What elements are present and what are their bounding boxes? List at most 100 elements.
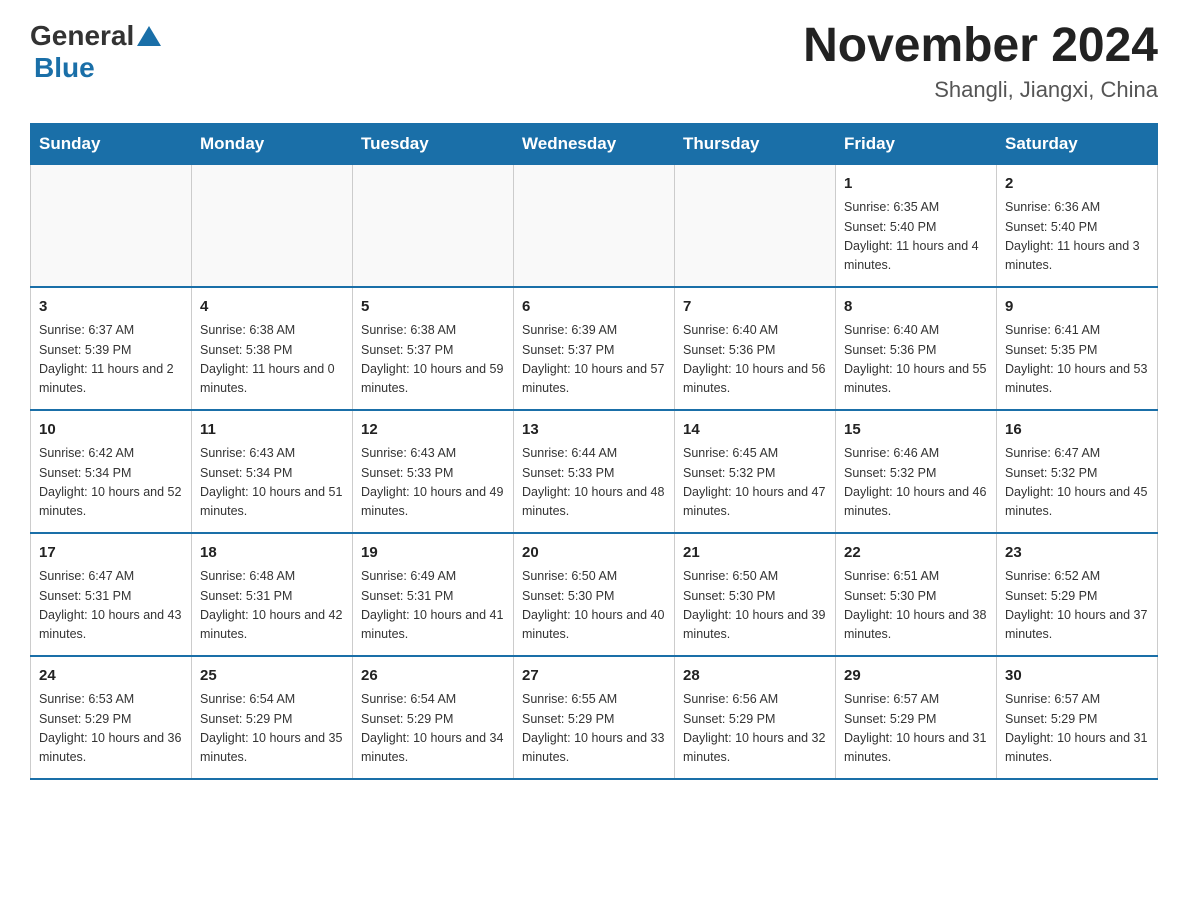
day-number: 14 [683, 419, 827, 442]
day-number: 21 [683, 542, 827, 565]
day-info: Sunrise: 6:36 AMSunset: 5:40 PMDaylight:… [1005, 198, 1149, 276]
calendar-week-row: 17Sunrise: 6:47 AMSunset: 5:31 PMDayligh… [31, 533, 1158, 656]
day-info: Sunrise: 6:55 AMSunset: 5:29 PMDaylight:… [522, 690, 666, 768]
calendar-cell: 8Sunrise: 6:40 AMSunset: 5:36 PMDaylight… [836, 287, 997, 410]
weekday-header-row: SundayMondayTuesdayWednesdayThursdayFrid… [31, 123, 1158, 164]
day-info: Sunrise: 6:43 AMSunset: 5:34 PMDaylight:… [200, 444, 344, 522]
day-number: 25 [200, 665, 344, 688]
calendar-cell: 12Sunrise: 6:43 AMSunset: 5:33 PMDayligh… [353, 410, 514, 533]
day-number: 3 [39, 296, 183, 319]
day-info: Sunrise: 6:42 AMSunset: 5:34 PMDaylight:… [39, 444, 183, 522]
calendar-cell: 3Sunrise: 6:37 AMSunset: 5:39 PMDaylight… [31, 287, 192, 410]
day-number: 19 [361, 542, 505, 565]
day-info: Sunrise: 6:52 AMSunset: 5:29 PMDaylight:… [1005, 567, 1149, 645]
calendar-cell: 21Sunrise: 6:50 AMSunset: 5:30 PMDayligh… [675, 533, 836, 656]
day-info: Sunrise: 6:53 AMSunset: 5:29 PMDaylight:… [39, 690, 183, 768]
weekday-header-tuesday: Tuesday [353, 123, 514, 164]
day-number: 15 [844, 419, 988, 442]
calendar-cell: 7Sunrise: 6:40 AMSunset: 5:36 PMDaylight… [675, 287, 836, 410]
calendar-cell [192, 164, 353, 287]
day-info: Sunrise: 6:51 AMSunset: 5:30 PMDaylight:… [844, 567, 988, 645]
weekday-header-saturday: Saturday [997, 123, 1158, 164]
day-info: Sunrise: 6:54 AMSunset: 5:29 PMDaylight:… [200, 690, 344, 768]
day-number: 13 [522, 419, 666, 442]
day-info: Sunrise: 6:49 AMSunset: 5:31 PMDaylight:… [361, 567, 505, 645]
day-number: 27 [522, 665, 666, 688]
day-info: Sunrise: 6:47 AMSunset: 5:32 PMDaylight:… [1005, 444, 1149, 522]
day-info: Sunrise: 6:56 AMSunset: 5:29 PMDaylight:… [683, 690, 827, 768]
weekday-header-monday: Monday [192, 123, 353, 164]
day-info: Sunrise: 6:35 AMSunset: 5:40 PMDaylight:… [844, 198, 988, 276]
calendar-cell: 26Sunrise: 6:54 AMSunset: 5:29 PMDayligh… [353, 656, 514, 779]
calendar-cell: 1Sunrise: 6:35 AMSunset: 5:40 PMDaylight… [836, 164, 997, 287]
day-number: 26 [361, 665, 505, 688]
calendar-week-row: 3Sunrise: 6:37 AMSunset: 5:39 PMDaylight… [31, 287, 1158, 410]
day-number: 30 [1005, 665, 1149, 688]
calendar-cell: 27Sunrise: 6:55 AMSunset: 5:29 PMDayligh… [514, 656, 675, 779]
calendar-cell: 20Sunrise: 6:50 AMSunset: 5:30 PMDayligh… [514, 533, 675, 656]
calendar-cell: 14Sunrise: 6:45 AMSunset: 5:32 PMDayligh… [675, 410, 836, 533]
day-number: 28 [683, 665, 827, 688]
calendar-cell: 22Sunrise: 6:51 AMSunset: 5:30 PMDayligh… [836, 533, 997, 656]
calendar-cell: 15Sunrise: 6:46 AMSunset: 5:32 PMDayligh… [836, 410, 997, 533]
calendar-week-row: 10Sunrise: 6:42 AMSunset: 5:34 PMDayligh… [31, 410, 1158, 533]
calendar-cell: 24Sunrise: 6:53 AMSunset: 5:29 PMDayligh… [31, 656, 192, 779]
day-number: 6 [522, 296, 666, 319]
calendar-cell: 4Sunrise: 6:38 AMSunset: 5:38 PMDaylight… [192, 287, 353, 410]
calendar-cell: 25Sunrise: 6:54 AMSunset: 5:29 PMDayligh… [192, 656, 353, 779]
logo-blue-text: Blue [34, 52, 95, 83]
calendar-cell [514, 164, 675, 287]
calendar-table: SundayMondayTuesdayWednesdayThursdayFrid… [30, 123, 1158, 780]
day-info: Sunrise: 6:47 AMSunset: 5:31 PMDaylight:… [39, 567, 183, 645]
calendar-week-row: 24Sunrise: 6:53 AMSunset: 5:29 PMDayligh… [31, 656, 1158, 779]
calendar-cell: 17Sunrise: 6:47 AMSunset: 5:31 PMDayligh… [31, 533, 192, 656]
day-number: 23 [1005, 542, 1149, 565]
day-number: 24 [39, 665, 183, 688]
weekday-header-friday: Friday [836, 123, 997, 164]
day-number: 20 [522, 542, 666, 565]
calendar-cell: 2Sunrise: 6:36 AMSunset: 5:40 PMDaylight… [997, 164, 1158, 287]
day-info: Sunrise: 6:39 AMSunset: 5:37 PMDaylight:… [522, 321, 666, 399]
day-number: 29 [844, 665, 988, 688]
month-year-title: November 2024 [803, 20, 1158, 73]
logo: General Blue [30, 20, 164, 84]
day-info: Sunrise: 6:43 AMSunset: 5:33 PMDaylight:… [361, 444, 505, 522]
calendar-cell [675, 164, 836, 287]
day-number: 5 [361, 296, 505, 319]
day-info: Sunrise: 6:54 AMSunset: 5:29 PMDaylight:… [361, 690, 505, 768]
day-number: 9 [1005, 296, 1149, 319]
day-number: 7 [683, 296, 827, 319]
day-number: 4 [200, 296, 344, 319]
day-number: 2 [1005, 173, 1149, 196]
calendar-cell: 13Sunrise: 6:44 AMSunset: 5:33 PMDayligh… [514, 410, 675, 533]
day-info: Sunrise: 6:40 AMSunset: 5:36 PMDaylight:… [844, 321, 988, 399]
day-number: 1 [844, 173, 988, 196]
day-info: Sunrise: 6:37 AMSunset: 5:39 PMDaylight:… [39, 321, 183, 399]
day-info: Sunrise: 6:38 AMSunset: 5:37 PMDaylight:… [361, 321, 505, 399]
weekday-header-thursday: Thursday [675, 123, 836, 164]
day-info: Sunrise: 6:45 AMSunset: 5:32 PMDaylight:… [683, 444, 827, 522]
calendar-cell: 29Sunrise: 6:57 AMSunset: 5:29 PMDayligh… [836, 656, 997, 779]
calendar-cell: 16Sunrise: 6:47 AMSunset: 5:32 PMDayligh… [997, 410, 1158, 533]
day-number: 17 [39, 542, 183, 565]
day-info: Sunrise: 6:40 AMSunset: 5:36 PMDaylight:… [683, 321, 827, 399]
calendar-cell: 23Sunrise: 6:52 AMSunset: 5:29 PMDayligh… [997, 533, 1158, 656]
calendar-cell: 19Sunrise: 6:49 AMSunset: 5:31 PMDayligh… [353, 533, 514, 656]
calendar-week-row: 1Sunrise: 6:35 AMSunset: 5:40 PMDaylight… [31, 164, 1158, 287]
day-number: 11 [200, 419, 344, 442]
logo-general-text: General [30, 20, 134, 52]
calendar-cell: 9Sunrise: 6:41 AMSunset: 5:35 PMDaylight… [997, 287, 1158, 410]
day-number: 12 [361, 419, 505, 442]
logo-triangle-icon [137, 26, 161, 46]
day-number: 16 [1005, 419, 1149, 442]
day-info: Sunrise: 6:44 AMSunset: 5:33 PMDaylight:… [522, 444, 666, 522]
day-info: Sunrise: 6:50 AMSunset: 5:30 PMDaylight:… [683, 567, 827, 645]
weekday-header-wednesday: Wednesday [514, 123, 675, 164]
day-number: 22 [844, 542, 988, 565]
calendar-cell: 6Sunrise: 6:39 AMSunset: 5:37 PMDaylight… [514, 287, 675, 410]
day-number: 8 [844, 296, 988, 319]
day-info: Sunrise: 6:57 AMSunset: 5:29 PMDaylight:… [844, 690, 988, 768]
location-subtitle: Shangli, Jiangxi, China [803, 77, 1158, 103]
calendar-cell [31, 164, 192, 287]
day-info: Sunrise: 6:50 AMSunset: 5:30 PMDaylight:… [522, 567, 666, 645]
